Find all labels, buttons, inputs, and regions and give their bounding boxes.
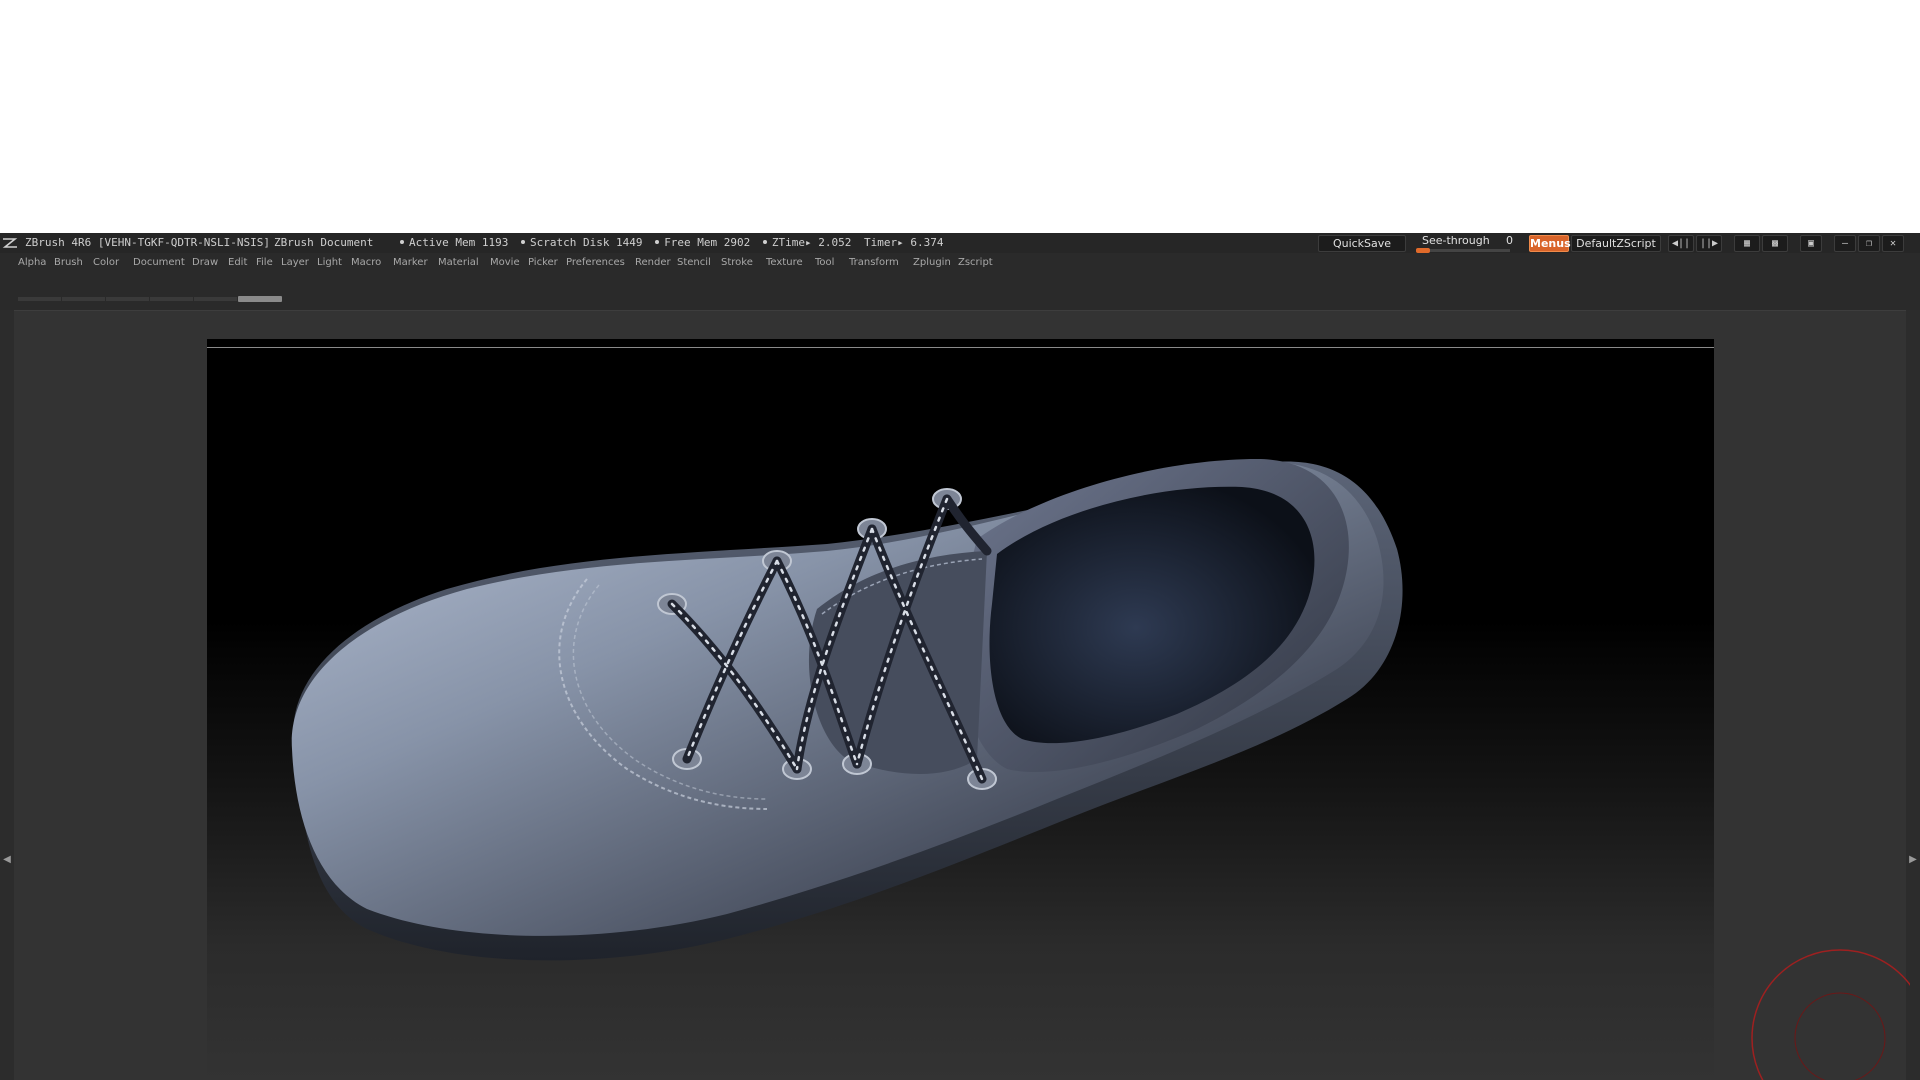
see-through-value: 0 — [1506, 234, 1513, 247]
palette-tab[interactable] — [150, 297, 194, 301]
lock-icon[interactable]: ▣ — [1800, 235, 1822, 252]
menu-document[interactable]: Document — [133, 253, 185, 273]
menu-layer[interactable]: Layer — [281, 253, 309, 273]
menu-stroke[interactable]: Stroke — [721, 253, 753, 273]
active-mem-stat: Active Mem 1193 — [400, 236, 508, 249]
menu-movie[interactable]: Movie — [490, 253, 520, 273]
navigation-gizmo-icon[interactable] — [1750, 938, 1910, 1080]
restore-icon[interactable]: ❐ — [1858, 235, 1880, 252]
layout-icon[interactable]: ▦ — [1734, 235, 1760, 252]
zbrush-window: ZBrush 4R6 [VEHN-TGKF-QDTR-NSLI-NSIS] ZB… — [0, 233, 1920, 1080]
palette-tab-strip — [18, 296, 282, 302]
palette-tab[interactable] — [106, 297, 150, 301]
menu-stencil[interactable]: Stencil — [677, 253, 711, 273]
blank-margin — [0, 0, 1920, 233]
menu-color[interactable]: Color — [93, 253, 119, 273]
menu-picker[interactable]: Picker — [528, 253, 558, 273]
zbrush-canvas[interactable] — [207, 339, 1714, 1080]
palette-tab[interactable] — [194, 297, 238, 301]
title-bar: ZBrush 4R6 [VEHN-TGKF-QDTR-NSLI-NSIS] ZB… — [0, 233, 1920, 253]
menu-brush[interactable]: Brush — [54, 253, 83, 273]
close-icon[interactable]: ✕ — [1882, 235, 1904, 252]
memory-stats: Active Mem 1193 Scratch Disk 1449 Free M… — [400, 233, 950, 253]
menu-preferences[interactable]: Preferences — [566, 253, 625, 273]
quicksave-button[interactable]: QuickSave — [1318, 235, 1406, 252]
see-through-label: See-through — [1422, 234, 1490, 247]
layout-alt-icon[interactable]: ▩ — [1762, 235, 1788, 252]
palette-tab[interactable] — [18, 297, 62, 301]
shelf-arrow-right-icon[interactable]: ▶ — [1907, 840, 1919, 880]
palette-tab-active[interactable] — [238, 296, 282, 302]
menu-zscript[interactable]: Zscript — [958, 253, 993, 273]
palette-tab[interactable] — [62, 297, 106, 301]
menus-toggle-button[interactable]: Menus — [1529, 235, 1571, 252]
shoe-model-render[interactable] — [207, 339, 1714, 1080]
see-through-track[interactable] — [1416, 249, 1510, 252]
see-through-slider[interactable]: See-through 0 — [1414, 234, 1514, 253]
zbrush-logo-icon[interactable] — [2, 236, 18, 250]
left-shelf: ◀ — [0, 310, 14, 1080]
timer-stat: Timer▸ 6.374 — [864, 236, 944, 249]
menu-alpha[interactable]: Alpha — [18, 253, 46, 273]
menu-file[interactable]: File — [256, 253, 273, 273]
menu-tool[interactable]: Tool — [815, 253, 834, 273]
minimize-icon[interactable]: — — [1834, 235, 1856, 252]
menu-bar: Alpha Brush Color Document Draw Edit Fil… — [0, 253, 1920, 273]
shelf-arrow-left-icon[interactable]: ◀ — [1, 840, 13, 880]
app-title: ZBrush 4R6 [VEHN-TGKF-QDTR-NSLI-NSIS] — [25, 236, 271, 249]
menu-transform[interactable]: Transform — [849, 253, 899, 273]
menu-marker[interactable]: Marker — [393, 253, 428, 273]
menu-edit[interactable]: Edit — [228, 253, 247, 273]
palette-scroll-left-icon[interactable]: ◀|| — [1668, 235, 1694, 252]
palette-scroll-right-icon[interactable]: ||▶ — [1696, 235, 1722, 252]
menu-light[interactable]: Light — [317, 253, 342, 273]
menu-render[interactable]: Render — [635, 253, 671, 273]
menu-macro[interactable]: Macro — [351, 253, 381, 273]
free-mem-stat: Free Mem 2902 — [655, 236, 750, 249]
document-title: ZBrush Document — [274, 236, 374, 249]
ztime-stat: ZTime▸ 2.052 — [762, 236, 851, 249]
menu-draw[interactable]: Draw — [192, 253, 218, 273]
menu-material[interactable]: Material — [438, 253, 479, 273]
default-zscript-button[interactable]: DefaultZScript — [1571, 235, 1661, 252]
menu-zplugin[interactable]: Zplugin — [913, 253, 951, 273]
scratch-disk-stat: Scratch Disk 1449 — [520, 236, 643, 249]
menu-texture[interactable]: Texture — [766, 253, 803, 273]
